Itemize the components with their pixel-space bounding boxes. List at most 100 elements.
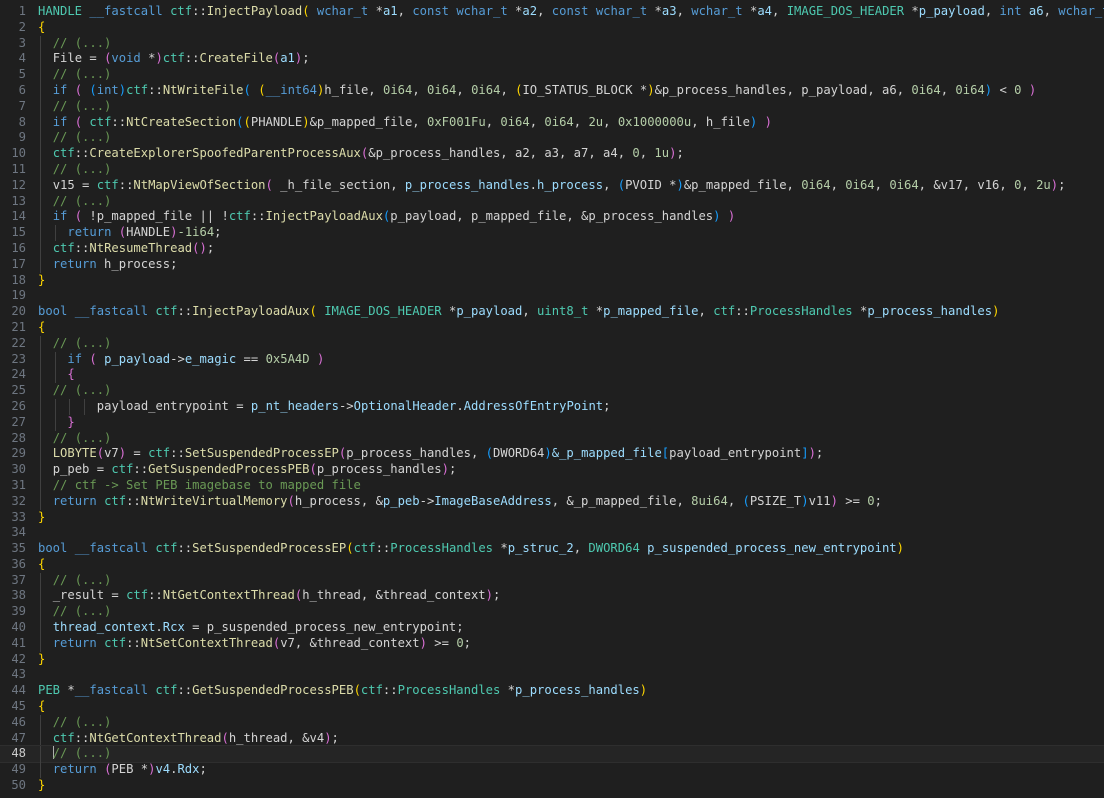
code-line[interactable]: 12 v15 = ctf::NtMapViewOfSection( _h_file… bbox=[0, 177, 1104, 194]
code-token: ) bbox=[801, 493, 809, 508]
code-line[interactable]: 40 thread_context.Rcx = p_suspended_proce… bbox=[0, 620, 1104, 636]
code-line[interactable]: 25 // (...) bbox=[0, 383, 1104, 399]
code-line[interactable]: 39 // (...) bbox=[0, 604, 1104, 621]
code-line[interactable]: 14 if ( !p_mapped_file || !ctf::InjectPay… bbox=[0, 209, 1104, 226]
indent-guide bbox=[40, 414, 41, 431]
code-text: } bbox=[38, 510, 45, 526]
code-line[interactable]: 33} bbox=[0, 510, 1104, 526]
code-token: { bbox=[38, 19, 46, 34]
code-token: ; bbox=[331, 730, 339, 745]
code-line[interactable]: 2{ bbox=[0, 20, 1104, 36]
code-line[interactable]: 30 p_peb = ctf::GetSuspendedProcessPEB(p_… bbox=[0, 462, 1104, 478]
code-token: -1i64 bbox=[177, 225, 215, 240]
code-token: ctf bbox=[155, 541, 178, 556]
code-line[interactable]: 44 PEB *__fastcall ctf::GetSuspendedProce… bbox=[0, 683, 1104, 699]
code-text: bool __fastcall ctf::InjectPayloadAux( I… bbox=[38, 304, 999, 320]
code-token: * bbox=[742, 4, 758, 18]
code-line[interactable]: 8 if ( ctf::NtCreateSection((PHANDLE)&p_m… bbox=[0, 114, 1104, 131]
line-number: 20 bbox=[11, 304, 26, 319]
code-token: NtCreateSection bbox=[126, 114, 237, 129]
code-token: CreateExplorerSpoofedParentProcessAux bbox=[89, 146, 361, 161]
indent-guide bbox=[40, 730, 41, 747]
code-line[interactable]: 13 // (...) bbox=[0, 193, 1104, 210]
code-line[interactable]: 3 // (...) bbox=[0, 35, 1104, 52]
code-line[interactable]: 21 { bbox=[0, 320, 1104, 336]
code-line[interactable]: 15 return (HANDLE)-1i64; bbox=[0, 225, 1104, 241]
code-line[interactable]: 48 // (...) bbox=[0, 745, 1104, 764]
code-token: wchar_t bbox=[1058, 4, 1104, 18]
code-token: h_process; bbox=[96, 256, 178, 271]
code-token: { bbox=[67, 367, 75, 382]
code-token: :: bbox=[375, 541, 391, 556]
code-token: , bbox=[830, 177, 846, 192]
code-line[interactable]: 38 _result = ctf::NtGetContextThread(h_th… bbox=[0, 588, 1104, 605]
code-line[interactable]: 46 // (...) bbox=[0, 714, 1104, 731]
line-number: 31 bbox=[11, 477, 26, 492]
code-token: * bbox=[140, 51, 156, 66]
indent-guide bbox=[54, 225, 56, 241]
code-line[interactable]: 7 // (...) bbox=[0, 98, 1104, 115]
code-token: 0 bbox=[456, 635, 464, 650]
code-line[interactable]: 35 bool __fastcall ctf::SetSuspendedProce… bbox=[0, 541, 1104, 557]
code-token: ctf bbox=[155, 304, 178, 319]
line-number: 46 bbox=[11, 714, 26, 729]
line-number: 2 bbox=[18, 19, 26, 34]
code-text: { bbox=[38, 557, 45, 573]
code-line[interactable]: 43 bbox=[0, 667, 1104, 683]
code-line[interactable]: 29 LOBYTE(v7) = ctf::SetSuspendedProcessE… bbox=[0, 446, 1104, 463]
code-text: return ctf::NtSetContextThread(v7, &thre… bbox=[53, 636, 471, 652]
code-line[interactable]: 11 // (...) bbox=[0, 161, 1104, 178]
code-line[interactable]: 24 { bbox=[0, 367, 1104, 384]
code-line[interactable]: 17 return h_process; bbox=[0, 256, 1104, 273]
indent-guide bbox=[40, 446, 41, 463]
code-token: PEB bbox=[38, 683, 61, 698]
code-token: // (...) bbox=[52, 67, 112, 82]
code-line[interactable]: 49 return (PEB *)v4.Rdx; bbox=[0, 762, 1104, 779]
code-line[interactable]: 27} bbox=[0, 414, 1104, 431]
code-line[interactable]: 50} bbox=[0, 778, 1104, 794]
code-line[interactable]: 31 // ctf -> Set PEB imagebase to mapped … bbox=[0, 477, 1104, 494]
code-line[interactable]: 37 // (...) bbox=[0, 572, 1104, 589]
code-line[interactable]: 34 bbox=[0, 525, 1104, 541]
code-token: // (...) bbox=[52, 604, 112, 619]
code-line[interactable]: 26 payload_entrypoint = p_nt_headers->Opt… bbox=[0, 398, 1104, 415]
code-line[interactable]: 45 { bbox=[0, 699, 1104, 715]
code-text: // (...) bbox=[53, 36, 112, 52]
code-token: :: bbox=[184, 51, 200, 66]
code-line[interactable]: 23 if ( p_payload->e_magic == 0x5A4D ) bbox=[0, 351, 1104, 368]
code-line[interactable]: 6 if ( (int)ctf::NtWriteFile( (__int64)h_… bbox=[0, 82, 1104, 99]
line-number: 33 bbox=[11, 509, 26, 524]
code-line[interactable]: 9 // (...) bbox=[0, 130, 1104, 147]
line-number: 45 bbox=[11, 699, 26, 714]
code-line[interactable]: 16 ctf::NtResumeThread(); bbox=[0, 240, 1104, 257]
line-number: 15 bbox=[11, 225, 26, 240]
code-text: if ( (int)ctf::NtWriteFile( (__int64)h_f… bbox=[53, 83, 1036, 99]
code-token: , bbox=[456, 82, 472, 97]
code-token: p_payload bbox=[918, 4, 985, 18]
code-token: ; bbox=[815, 446, 824, 461]
code-line[interactable]: 1 HANDLE __fastcall ctf::InjectPayload( w… bbox=[0, 4, 1104, 20]
code-line[interactable]: 28 // (...) bbox=[0, 430, 1104, 447]
code-token: :: bbox=[177, 683, 193, 698]
code-token: * bbox=[441, 304, 457, 319]
code-line[interactable]: 41 return ctf::NtSetContextThread(v7, &th… bbox=[0, 635, 1104, 652]
code-line[interactable]: 10 ctf::CreateExplorerSpoofedParentProces… bbox=[0, 146, 1104, 162]
code-line[interactable]: 36 { bbox=[0, 557, 1104, 573]
line-number: 24 bbox=[11, 367, 26, 382]
code-line[interactable]: 5 // (...) bbox=[0, 67, 1104, 83]
code-line[interactable]: 42} bbox=[0, 652, 1104, 668]
code-line[interactable]: 20 bool __fastcall ctf::InjectPayloadAux(… bbox=[0, 304, 1104, 320]
code-line[interactable]: 4 File = (void *)ctf::CreateFile(a1); bbox=[0, 51, 1104, 68]
code-line[interactable]: 19 bbox=[0, 288, 1104, 304]
code-editor[interactable]: 1 HANDLE __fastcall ctf::InjectPayload( w… bbox=[0, 0, 1104, 798]
code-token: ctf bbox=[111, 462, 134, 477]
code-line[interactable]: 22 // (...) bbox=[0, 335, 1104, 352]
indent-guide bbox=[40, 67, 41, 83]
code-line[interactable]: 32 return ctf::NtWriteVirtualMemory(h_pro… bbox=[0, 493, 1104, 510]
code-line[interactable]: 18} bbox=[0, 273, 1104, 289]
indent-guide bbox=[40, 462, 41, 478]
code-line[interactable]: 47 ctf::NtGetContextThread(h_thread, &v4)… bbox=[0, 730, 1104, 747]
code-token: int bbox=[999, 4, 1022, 18]
code-token: // (...) bbox=[52, 714, 112, 729]
